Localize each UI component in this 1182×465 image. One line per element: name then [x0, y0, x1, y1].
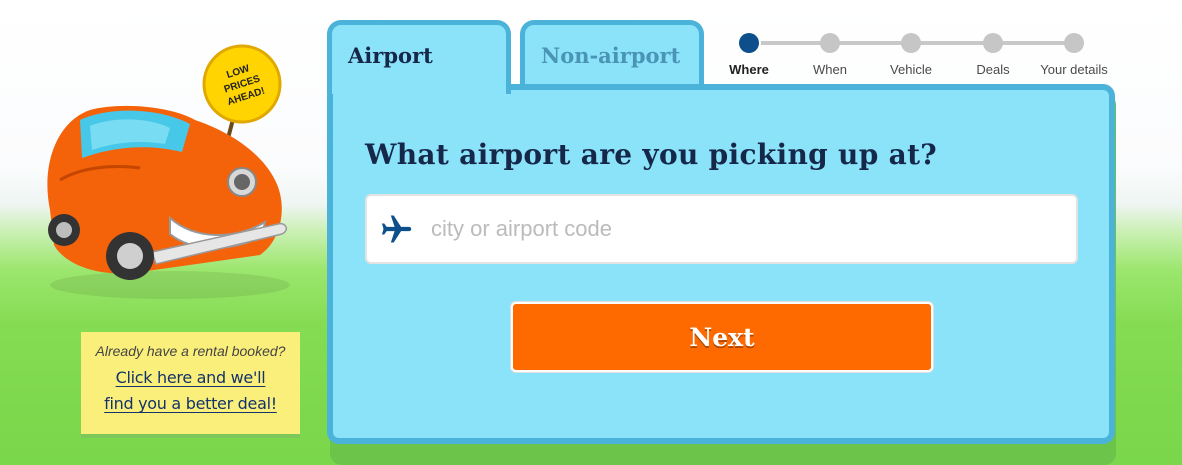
- step-dot-vehicle: [901, 33, 921, 53]
- already-booked-question: Already have a rental booked?: [95, 343, 286, 359]
- step-label-vehicle: Vehicle: [890, 62, 932, 77]
- step-dot-deals: [983, 33, 1003, 53]
- airport-search-field[interactable]: [365, 194, 1078, 264]
- tab-non-airport[interactable]: Non-airport: [520, 20, 704, 86]
- airport-search-panel: What airport are you picking up at? Next: [327, 84, 1115, 444]
- step-dot-your-details: [1064, 33, 1084, 53]
- better-deal-link[interactable]: Click here and we'll find you a better d…: [104, 365, 277, 417]
- airport-search-input[interactable]: [429, 195, 1076, 263]
- step-dot-where: [739, 33, 759, 53]
- already-booked-note: Already have a rental booked? Click here…: [81, 332, 300, 434]
- step-where: Where: [704, 30, 794, 77]
- progress-steps: Where When Vehicle Deals Your details: [720, 30, 1140, 80]
- better-deal-link-line1[interactable]: Click here and we'll: [116, 368, 266, 387]
- step-label-deals: Deals: [976, 62, 1010, 77]
- step-when: When: [785, 30, 875, 77]
- car-mascot-illustration: LOW PRICES AHEAD!: [47, 44, 290, 299]
- step-vehicle: Vehicle: [866, 30, 956, 77]
- step-label-where: Where: [729, 62, 769, 77]
- step-label-your-details: Your details: [1040, 62, 1108, 77]
- better-deal-link-line2[interactable]: find you a better deal!: [104, 394, 277, 413]
- step-dot-when: [820, 33, 840, 53]
- step-label-when: When: [813, 62, 847, 77]
- airplane-icon: [382, 215, 412, 243]
- form-question: What airport are you picking up at?: [365, 138, 938, 171]
- step-your-details: Your details: [1029, 30, 1119, 77]
- step-deals: Deals: [948, 30, 1038, 77]
- next-button[interactable]: Next: [511, 302, 933, 372]
- tab-airport[interactable]: Airport: [327, 20, 511, 94]
